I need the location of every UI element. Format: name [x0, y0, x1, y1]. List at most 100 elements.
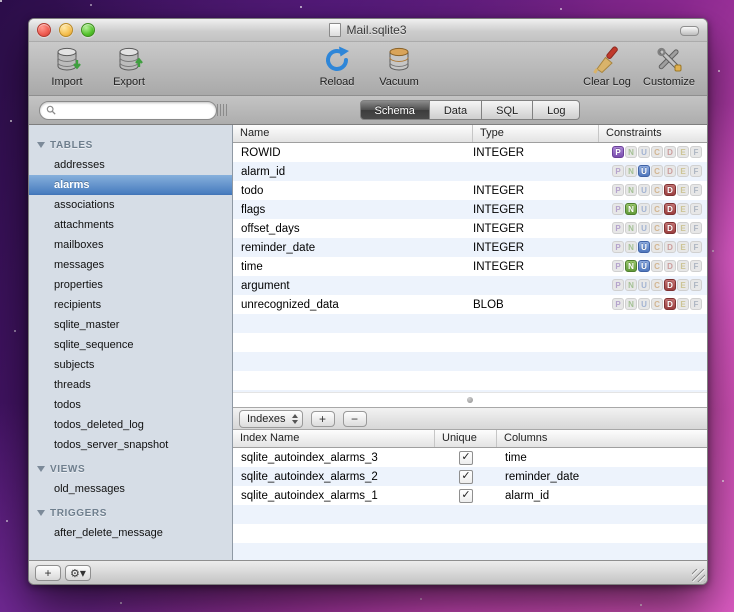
column-type: INTEGER [473, 146, 525, 159]
search-icon [46, 105, 56, 115]
sidebar-section-header-tables[interactable]: TABLES [29, 135, 232, 155]
add-index-button[interactable]: + [310, 410, 335, 427]
reload-button[interactable]: Reload [309, 45, 365, 88]
constraint-badge-U: U [638, 165, 650, 178]
schema-row-reminder_date[interactable]: reminder_date INTEGER P N U C D E F [233, 238, 707, 257]
schema-row-unrecognized_data[interactable]: unrecognized_data BLOB P N U C D E F [233, 295, 707, 314]
constraint-badge-C: C [651, 222, 663, 235]
column-header-constraints[interactable]: Constraints [599, 125, 707, 142]
import-button[interactable]: Import [39, 45, 95, 88]
sidebar-item-old_messages[interactable]: old_messages [29, 479, 232, 499]
index-name: sqlite_autoindex_alarms_1 [241, 489, 378, 502]
disclosure-triangle-icon[interactable] [37, 466, 45, 472]
unique-checkbox[interactable]: ✓ [459, 469, 473, 484]
window-resize-grip[interactable] [692, 569, 705, 582]
schema-row-ROWID[interactable]: ROWID INTEGER P N U C D E F [233, 143, 707, 162]
constraint-badge-C: C [651, 165, 663, 178]
column-header-columns[interactable]: Columns [497, 430, 707, 447]
export-label: Export [113, 76, 145, 88]
sidebar-item-attachments[interactable]: attachments [29, 215, 232, 235]
search-field[interactable] [39, 100, 218, 120]
vacuum-label: Vacuum [379, 76, 419, 88]
column-type: INTEGER [473, 203, 525, 216]
index-toolbar: Indexes + − [233, 407, 707, 430]
constraint-badge-N: N [625, 279, 637, 292]
sidebar-item-after_delete_message[interactable]: after_delete_message [29, 523, 232, 543]
bottom-bar: + ⚙▾ [29, 560, 707, 584]
toolbar: Import Export Reload Vacuum Clear Log Cu… [29, 42, 707, 96]
disclosure-triangle-icon[interactable] [37, 510, 45, 516]
tab-schema[interactable]: Schema [359, 100, 430, 120]
constraint-badge-C: C [651, 279, 663, 292]
index-row-sqlite_autoindex_alarms_1[interactable]: sqlite_autoindex_alarms_1 ✓ alarm_id [233, 486, 707, 505]
tab-log[interactable]: Log [533, 100, 581, 120]
schema-table-header: Name Type Constraints [233, 125, 707, 143]
sidebar-item-todos_server_snapshot[interactable]: todos_server_snapshot [29, 435, 232, 455]
object-type-popup[interactable]: Indexes [239, 409, 303, 428]
constraint-badge-D: D [664, 222, 676, 235]
sidebar-section-header-views[interactable]: VIEWS [29, 459, 232, 479]
schema-row-offset_days[interactable]: offset_days INTEGER P N U C D E F [233, 219, 707, 238]
action-gear-button[interactable]: ⚙▾ [65, 564, 91, 581]
column-header-index-name[interactable]: Index Name [233, 430, 435, 447]
column-type: BLOB [473, 298, 504, 311]
constraint-badge-P: P [612, 260, 624, 273]
sidebar-item-todos_deleted_log[interactable]: todos_deleted_log [29, 415, 232, 435]
column-header-type[interactable]: Type [473, 125, 599, 142]
sidebar-item-properties[interactable]: properties [29, 275, 232, 295]
sidebar-item-mailboxes[interactable]: mailboxes [29, 235, 232, 255]
search-input[interactable] [56, 104, 211, 116]
schema-row-todo[interactable]: todo INTEGER P N U C D E F [233, 181, 707, 200]
clear-log-button[interactable]: Clear Log [579, 45, 635, 88]
unique-checkbox[interactable]: ✓ [459, 488, 473, 503]
constraint-badge-D: D [664, 298, 676, 311]
sidebar-item-todos[interactable]: todos [29, 395, 232, 415]
view-tabs: Schema Data SQL Log [233, 100, 707, 120]
schema-row-alarm_id[interactable]: alarm_id P N U C D E F [233, 162, 707, 181]
main-pane: Name Type Constraints ROWID INTEGER P N U C D E… [233, 125, 707, 560]
sidebar-section-title: TABLES [50, 139, 93, 151]
title-bar[interactable]: Mail.sqlite3 [29, 19, 707, 42]
remove-index-button[interactable]: − [342, 410, 367, 427]
unique-checkbox[interactable]: ✓ [459, 450, 473, 465]
disclosure-triangle-icon[interactable] [37, 142, 45, 148]
index-row-sqlite_autoindex_alarms_2[interactable]: sqlite_autoindex_alarms_2 ✓ reminder_date [233, 467, 707, 486]
sidebar-item-sqlite_sequence[interactable]: sqlite_sequence [29, 335, 232, 355]
schema-row-time[interactable]: time INTEGER P N U C D E F [233, 257, 707, 276]
sidebar-item-messages[interactable]: messages [29, 255, 232, 275]
constraint-badge-N: N [625, 184, 637, 197]
export-button[interactable]: Export [101, 45, 157, 88]
pane-splitter[interactable] [233, 392, 707, 407]
tab-data[interactable]: Data [429, 100, 483, 120]
column-name: time [241, 260, 263, 273]
column-name: flags [241, 203, 266, 216]
sidebar-item-addresses[interactable]: addresses [29, 155, 232, 175]
vacuum-button[interactable]: Vacuum [371, 45, 427, 88]
import-label: Import [51, 76, 83, 88]
customize-button[interactable]: Customize [641, 45, 697, 88]
sidebar-item-sqlite_master[interactable]: sqlite_master [29, 315, 232, 335]
constraint-badge-N: N [625, 260, 637, 273]
tab-sql[interactable]: SQL [482, 100, 534, 120]
sidebar-section-header-triggers[interactable]: TRIGGERS [29, 503, 232, 523]
sidebar-item-threads[interactable]: threads [29, 375, 232, 395]
index-table-header: Index Name Unique Columns [233, 430, 707, 448]
column-header-name[interactable]: Name [233, 125, 473, 142]
constraint-badge-E: E [677, 298, 689, 311]
constraint-badge-P: P [612, 146, 624, 159]
column-type: INTEGER [473, 241, 525, 254]
index-row-sqlite_autoindex_alarms_3[interactable]: sqlite_autoindex_alarms_3 ✓ time [233, 448, 707, 467]
sidebar-resize-grip[interactable] [217, 104, 227, 116]
constraint-badge-C: C [651, 184, 663, 197]
schema-row-flags[interactable]: flags INTEGER P N U C D E F [233, 200, 707, 219]
schema-row-argument[interactable]: argument P N U C D E F [233, 276, 707, 295]
sidebar-item-recipients[interactable]: recipients [29, 295, 232, 315]
sidebar-item-alarms[interactable]: alarms [29, 175, 232, 195]
add-table-button[interactable]: + [35, 564, 61, 581]
reload-label: Reload [319, 76, 355, 88]
splitter-handle-icon [467, 397, 473, 403]
sidebar-item-associations[interactable]: associations [29, 195, 232, 215]
column-header-unique[interactable]: Unique [435, 430, 497, 447]
sidebar-item-subjects[interactable]: subjects [29, 355, 232, 375]
toolbar-toggle-button[interactable] [680, 26, 699, 36]
